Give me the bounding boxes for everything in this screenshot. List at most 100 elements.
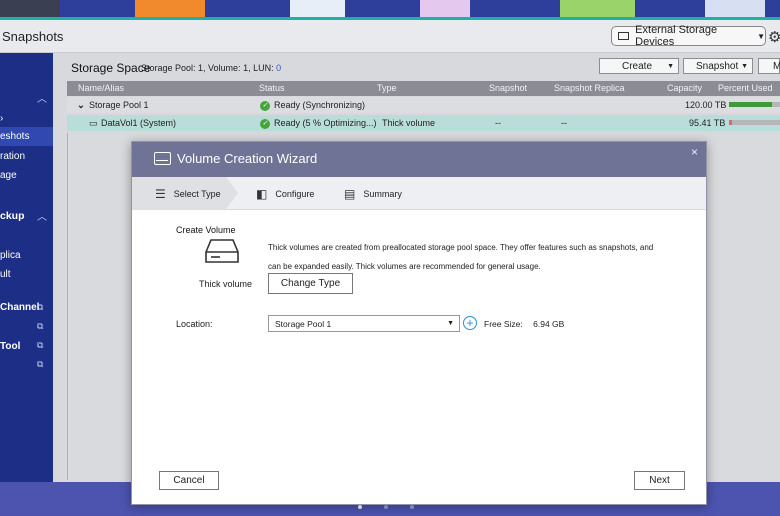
table-row[interactable]: ⌄ Storage Pool 1 ✓ Ready (Synchronizing) … bbox=[67, 97, 780, 113]
chevron-down-icon: ▼ bbox=[757, 31, 765, 41]
check-icon: ✓ bbox=[260, 118, 270, 129]
change-type-button[interactable]: Change Type bbox=[268, 273, 353, 294]
sidebar-group-backup[interactable]: ckup bbox=[0, 210, 25, 222]
next-button[interactable]: Next bbox=[634, 471, 685, 490]
drive-icon bbox=[154, 152, 171, 165]
step-summary: ▤ Summary bbox=[344, 177, 402, 210]
sidebar-item-replica[interactable]: plica bbox=[0, 250, 21, 261]
location-select[interactable]: Storage Pool 1 ▼ bbox=[268, 315, 460, 332]
row-status-text: Ready (Synchronizing) bbox=[274, 100, 366, 110]
percent-used-fill bbox=[729, 102, 773, 107]
row-name: Storage Pool 1 bbox=[89, 100, 149, 110]
free-size-value: 6.94 GB bbox=[533, 319, 565, 329]
add-icon[interactable]: + bbox=[463, 316, 477, 330]
sidebar-item-storage[interactable]: age bbox=[0, 170, 17, 181]
cancel-button[interactable]: Cancel bbox=[159, 471, 219, 490]
percent-used-bar bbox=[729, 120, 780, 125]
free-size: Free Size: 6.94 GB bbox=[484, 319, 564, 329]
desktop-strip bbox=[0, 0, 780, 20]
external-link-icon[interactable]: ⧉ bbox=[37, 359, 43, 370]
more-button[interactable]: M bbox=[758, 58, 780, 74]
hard-drive-icon bbox=[205, 239, 239, 263]
external-link-icon[interactable]: ⧉ bbox=[37, 302, 43, 313]
column-header[interactable]: Percent Used bbox=[718, 83, 773, 93]
chevron-up-icon[interactable]: ︿ bbox=[37, 90, 47, 105]
volume-type-label: Thick volume bbox=[199, 279, 253, 289]
taskbar-thumbnail[interactable] bbox=[135, 0, 205, 18]
create-label: Create bbox=[622, 60, 653, 72]
page-dot[interactable] bbox=[410, 505, 414, 509]
volume-creation-wizard: Volume Creation Wizard × ☰ Select Type ◧… bbox=[131, 141, 707, 505]
sidebar-item-migration[interactable]: ration bbox=[0, 151, 25, 162]
free-size-label: Free Size: bbox=[484, 319, 523, 329]
column-header[interactable]: Name/Alias bbox=[78, 83, 124, 93]
sidebar-item-tool[interactable]: Tool bbox=[0, 341, 20, 352]
clipboard-icon: ▤ bbox=[344, 186, 356, 201]
external-storage-button[interactable]: External Storage Devices ▼ bbox=[611, 24, 766, 48]
chevron-down-icon[interactable]: ⌄ bbox=[77, 100, 85, 111]
percent-used-bar bbox=[729, 102, 780, 107]
page-dot[interactable] bbox=[384, 505, 388, 509]
taskbar-thumbnail[interactable] bbox=[0, 0, 60, 18]
external-link-icon[interactable]: ⧉ bbox=[37, 340, 43, 351]
external-storage-icon bbox=[618, 32, 630, 40]
row-capacity: 95.41 TB bbox=[689, 118, 726, 128]
wizard-title: Volume Creation Wizard bbox=[177, 151, 318, 166]
external-storage-label: External Storage Devices bbox=[635, 24, 718, 48]
snapshot-label: Snapshot bbox=[696, 60, 739, 72]
row-snapshot: -- bbox=[495, 118, 501, 128]
sidebar: ︿ › eshots ration age ckup ︿ plica ult C… bbox=[0, 53, 53, 493]
section-title: Create Volume bbox=[176, 225, 236, 235]
step-label: Configure bbox=[275, 188, 315, 199]
app-title: Snapshots bbox=[2, 29, 64, 44]
row-status-text: Ready (5 % Optimizing...) bbox=[274, 118, 377, 128]
snapshot-button[interactable]: Snapshot ▼ bbox=[683, 58, 753, 74]
chevron-up-icon[interactable]: ︿ bbox=[37, 208, 47, 223]
taskbar-thumbnail[interactable] bbox=[290, 0, 345, 18]
chevron-down-icon: ▼ bbox=[667, 62, 674, 70]
column-header[interactable]: Status bbox=[259, 83, 285, 93]
sidebar-item-channel[interactable]: Channel bbox=[0, 302, 39, 313]
step-label: Select Type bbox=[173, 188, 221, 199]
create-button[interactable]: Create ▼ bbox=[599, 58, 679, 74]
location-label: Location: bbox=[176, 319, 213, 329]
chevron-down-icon: ▼ bbox=[447, 320, 454, 327]
sidebar-item-snapshots[interactable]: eshots bbox=[0, 127, 53, 146]
table-row[interactable]: ▭ DataVol1 (System) ✓ Ready (5 % Optimizi… bbox=[67, 115, 780, 131]
page-dot[interactable] bbox=[358, 505, 362, 509]
more-label: M bbox=[773, 60, 780, 72]
page-indicator bbox=[358, 505, 414, 509]
row-capacity: 120.00 TB bbox=[685, 100, 727, 110]
row-status: ✓ Ready (5 % Optimizing...) bbox=[260, 118, 377, 129]
configure-icon: ◧ bbox=[256, 186, 268, 201]
sidebar-item-vault[interactable]: ult bbox=[0, 269, 11, 280]
location-value: Storage Pool 1 bbox=[275, 318, 332, 329]
step-select-type: ☰ Select Type bbox=[132, 177, 226, 210]
column-header[interactable]: Capacity bbox=[667, 83, 702, 93]
wizard-header: Volume Creation Wizard × bbox=[132, 142, 706, 177]
volume-description: Thick volumes are created from prealloca… bbox=[268, 243, 654, 271]
storage-summary: Storage Pool: 1, Volume: 1, LUN: 0 bbox=[141, 63, 281, 73]
row-name: DataVol1 (System) bbox=[101, 118, 177, 128]
wizard-steps: ☰ Select Type ◧ Configure ▤ Summary bbox=[132, 177, 706, 210]
gear-icon[interactable]: ⚙ bbox=[768, 28, 780, 46]
taskbar-thumbnail[interactable] bbox=[420, 0, 470, 18]
list-icon: ☰ bbox=[155, 186, 166, 201]
lun-count: 0 bbox=[276, 63, 282, 73]
sidebar-item-unnamed[interactable]: › bbox=[0, 113, 3, 124]
table-header: Name/Alias Status Type Snapshot Snapshot… bbox=[67, 81, 780, 96]
percent-used-fill bbox=[729, 120, 732, 125]
external-link-icon[interactable]: ⧉ bbox=[37, 321, 43, 332]
volume-icon: ▭ bbox=[89, 118, 98, 128]
column-header[interactable]: Type bbox=[377, 83, 397, 93]
column-header[interactable]: Snapshot bbox=[489, 83, 527, 93]
column-header[interactable]: Snapshot Replica bbox=[554, 83, 625, 93]
taskbar-thumbnail[interactable] bbox=[560, 0, 635, 18]
row-type: Thick volume bbox=[382, 118, 436, 128]
row-replica: -- bbox=[561, 118, 567, 128]
row-status: ✓ Ready (Synchronizing) bbox=[260, 100, 365, 111]
check-icon: ✓ bbox=[260, 100, 270, 111]
close-icon[interactable]: × bbox=[691, 145, 698, 159]
storage-summary-text: Storage Pool: 1, Volume: 1, LUN: bbox=[141, 63, 274, 73]
taskbar-thumbnail[interactable] bbox=[705, 0, 765, 18]
